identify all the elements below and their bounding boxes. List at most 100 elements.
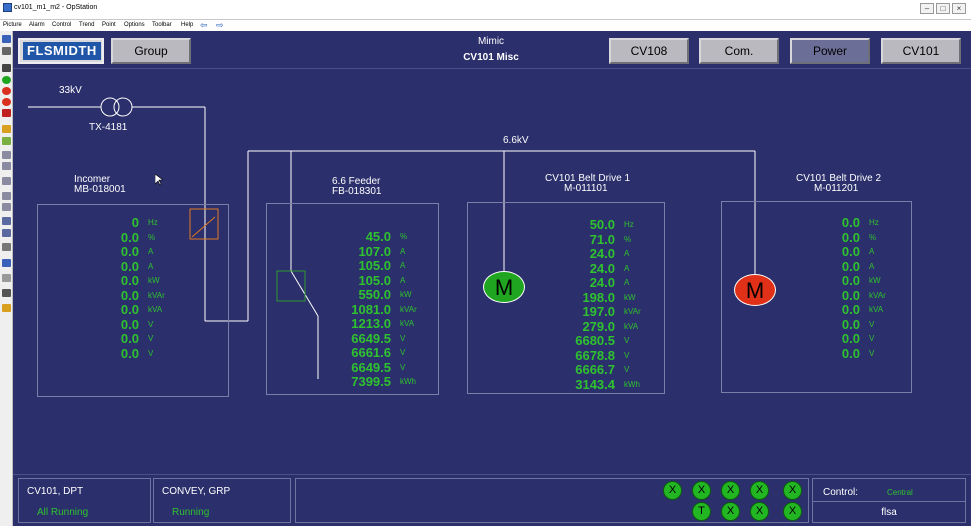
feeder-value: 6661.6 — [351, 345, 391, 360]
toolbar-page-icon[interactable] — [2, 217, 11, 225]
status-footer: CV101, DPT All Running CONVEY, GRP Runni… — [13, 474, 971, 526]
incomer-unit: A — [148, 247, 154, 256]
incomer-value: 0.0 — [120, 302, 139, 317]
control-divider — [813, 501, 965, 502]
feeder-unit: V — [400, 333, 406, 343]
menu-alarm[interactable]: Alarm — [29, 22, 45, 28]
toolbar-grid-icon[interactable] — [2, 289, 11, 297]
toolbar-tool-icon[interactable] — [2, 259, 11, 267]
incomer-value: 0.0 — [120, 345, 139, 361]
indicator-x[interactable]: X — [663, 481, 682, 500]
toolbar-stop-icon[interactable] — [2, 87, 11, 95]
toolbar-report-icon[interactable] — [2, 177, 11, 185]
forward-arrow-icon[interactable]: ⇨ — [216, 20, 224, 31]
minimize-icon[interactable]: – — [920, 3, 934, 14]
toolbar-start-icon[interactable] — [2, 76, 11, 84]
indicator-x[interactable]: X — [721, 502, 740, 521]
transformer-coil-2 — [113, 97, 133, 117]
transformer-label: TX-4181 — [89, 122, 128, 133]
toolbar-user-icon[interactable] — [2, 243, 11, 251]
incomer-unit: A — [148, 261, 154, 271]
incomer-value: 0.0 — [120, 258, 139, 274]
mouse-cursor-icon — [155, 174, 163, 186]
toolbar-off-icon[interactable] — [2, 98, 11, 106]
drive2-value: 0.0 — [841, 229, 860, 245]
incomer-value: 0 — [131, 215, 139, 230]
toolbar-arrow-icon[interactable] — [2, 64, 11, 72]
toolbar-list-icon[interactable] — [2, 162, 11, 170]
menu-control[interactable]: Control — [52, 22, 71, 28]
back-arrow-icon[interactable]: ⇦ — [200, 20, 208, 31]
toolbar-print-icon[interactable] — [2, 47, 11, 55]
drive1-value: 6666.7 — [575, 362, 615, 377]
drive2-value: 0.0 — [841, 258, 860, 274]
control-box[interactable]: Control: Central flsa — [812, 478, 966, 523]
incomer-value: 0.0 — [120, 273, 139, 288]
incomer-unit: V — [148, 334, 154, 343]
status-box-grp[interactable]: CONVEY, GRP Running — [153, 478, 291, 523]
drive2-unit: V — [869, 348, 875, 358]
status-box-dpt[interactable]: CV101, DPT All Running — [18, 478, 151, 523]
indicator-x[interactable]: X — [783, 502, 802, 521]
feeder-value: 105.0 — [358, 258, 391, 273]
drive2-unit: A — [869, 247, 875, 256]
feeder-units: % A A A kW kVAr kVA V V V kWh — [400, 230, 434, 390]
drive2-value: 0.0 — [841, 331, 860, 346]
toolbar-reset-icon[interactable] — [2, 109, 11, 117]
indicator-x[interactable]: X — [750, 481, 769, 500]
app-icon — [3, 3, 12, 12]
incomer-value: 0.0 — [120, 229, 139, 245]
drive2-motor[interactable]: M — [734, 274, 776, 306]
toolbar-help-icon[interactable] — [2, 304, 11, 312]
menu-toolbar[interactable]: Toolbar — [152, 22, 172, 28]
window-title: cv101_m1_m2 - OpStation — [14, 4, 98, 11]
incomer-unit: kW — [148, 276, 160, 285]
close-icon[interactable]: × — [952, 3, 966, 14]
toolbar-home-icon[interactable] — [2, 35, 11, 43]
indicator-x[interactable]: X — [750, 502, 769, 521]
toolbar-ack-icon[interactable] — [2, 137, 11, 145]
menu-picture[interactable]: Picture — [3, 22, 22, 28]
menu-help[interactable]: Help — [181, 22, 193, 28]
drive1-unit: kVAr — [624, 307, 641, 316]
drive1-motor[interactable]: M — [483, 271, 525, 303]
feeder-value: 45.0 — [365, 229, 391, 244]
indicator-t[interactable]: T — [692, 502, 711, 521]
maximize-icon[interactable]: □ — [936, 3, 950, 14]
drive1-value: 24.0 — [589, 275, 615, 290]
drive1-value: 198.0 — [582, 289, 615, 305]
toolbar-alarm-icon[interactable] — [2, 125, 11, 133]
drive1-value: 279.0 — [582, 318, 615, 334]
menu-trend[interactable]: Trend — [79, 22, 94, 28]
drive1-value: 6680.5 — [575, 333, 615, 348]
drive1-tag: M-011101 — [564, 183, 608, 194]
toolbar-chart-icon[interactable] — [2, 203, 11, 211]
feeder-value: 105.0 — [358, 272, 391, 288]
menu-point[interactable]: Point — [102, 22, 116, 28]
toolbar-search-icon[interactable] — [2, 229, 11, 237]
drive1-value: 71.0 — [589, 231, 615, 247]
indicator-x[interactable]: X — [692, 481, 711, 500]
incomer-units: Hz % A A kW kVAr kVA V V V — [148, 216, 188, 361]
toolbar-edit-icon[interactable] — [2, 274, 11, 282]
incomer-tag: MB-018001 — [74, 184, 126, 195]
feeder-value: 7399.5 — [351, 374, 391, 389]
drive2-unit: V — [869, 334, 875, 343]
toolbar-doc-icon[interactable] — [2, 151, 11, 159]
drive2-unit: kVAr — [869, 290, 886, 300]
feeder-unit: kVA — [400, 319, 415, 328]
feeder-unit: V — [400, 348, 406, 357]
feeder-unit: A — [400, 275, 406, 285]
drive1-value: 3143.4 — [575, 376, 615, 392]
toolbar-trend-icon[interactable] — [2, 192, 11, 200]
menu-options[interactable]: Options — [124, 22, 145, 28]
drive2-unit: V — [869, 319, 875, 329]
drive1-unit: V — [624, 350, 630, 360]
drive1-unit: A — [624, 263, 630, 273]
indicator-x[interactable]: X — [721, 481, 740, 500]
menu-bar: Picture Alarm Control Trend Point Option… — [0, 20, 971, 31]
feeder-unit: kVAr — [400, 304, 417, 314]
feeder-value: 107.0 — [358, 243, 391, 259]
indicator-x[interactable]: X — [783, 481, 802, 500]
drive2-unit: kVA — [869, 305, 884, 314]
